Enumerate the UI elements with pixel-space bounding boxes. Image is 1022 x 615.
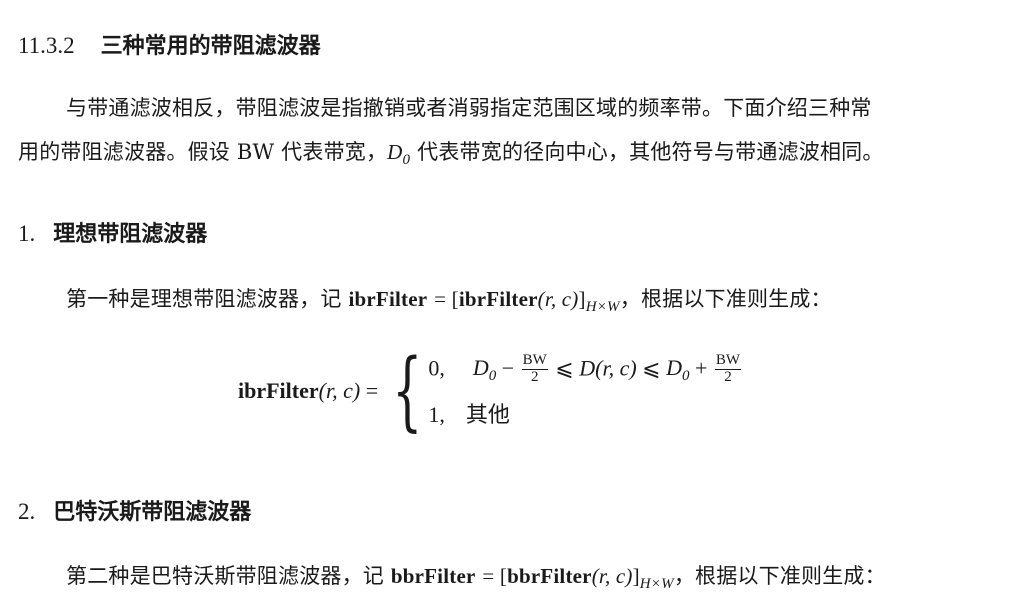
subsection-2-title: 巴特沃斯带阻滤波器 (53, 500, 252, 525)
subsection-1-heading: 1. 理想带阻滤波器 (18, 216, 207, 248)
subsection-1-text: 第一种是理想带阻滤波器，记 ibrFilter = [ibrFilter(r, … (66, 287, 832, 315)
formula-case-2: 1, 其他 (428, 402, 510, 429)
intro-line-2-a: 用的带阻滤波器。假设 BW 代表带宽， (18, 140, 388, 164)
section-heading: 11.3.2 三种常用的带阻滤波器 (18, 28, 321, 60)
subsection-2-text: 第二种是巴特沃斯带阻滤波器，记 bbrFilter = [bbrFilter(r… (66, 564, 886, 592)
paper-page: 11.3.2 三种常用的带阻滤波器 与带通滤波相反，带阻滤波是指撤销或者消弱指定范… (0, 0, 1022, 615)
section-title: 三种常用的带阻滤波器 (100, 34, 321, 59)
bbrfilter-name: bbrFilter (390, 564, 476, 588)
formula-cases: 0, D0 − BW 2 ⩽ D(r, c) ⩽ D0 + BW 2 1, 其他 (428, 351, 743, 430)
subsection-2-heading: 2. 巴特沃斯带阻滤波器 (18, 494, 251, 526)
formula-lhs: ibrFilter (238, 378, 319, 403)
formula-case-1: 0, D0 − BW 2 ⩽ D(r, c) ⩽ D0 + BW 2 (428, 351, 742, 385)
symbol-D0: D0 (387, 140, 411, 168)
intro-line-1: 与带通滤波相反，带阻滤波是指撤销或者消弱指定范围区域的频率带。下面介绍三种常 (66, 96, 872, 120)
subsection-1-title: 理想带阻滤波器 (53, 222, 208, 247)
subsection-1-number: 1. (18, 221, 36, 246)
ibrfilter-name: ibrFilter (348, 287, 428, 311)
intro-line-2-b: 代表带宽的径向中心，其他符号与带通滤波相同。 (417, 140, 884, 164)
ibrfilter-formula: ibrFilter (r, c) = { 0, D0 − BW 2 ⩽ D(r, c… (238, 348, 743, 434)
intro-line-2: 用的带阻滤波器。假设 BW 代表带宽，D0 代表带宽的径向中心，其他符号与带通滤… (18, 136, 884, 168)
section-number: 11.3.2 (18, 33, 75, 58)
subsection-2-number: 2. (18, 499, 36, 524)
cases-brace: { (391, 341, 423, 441)
